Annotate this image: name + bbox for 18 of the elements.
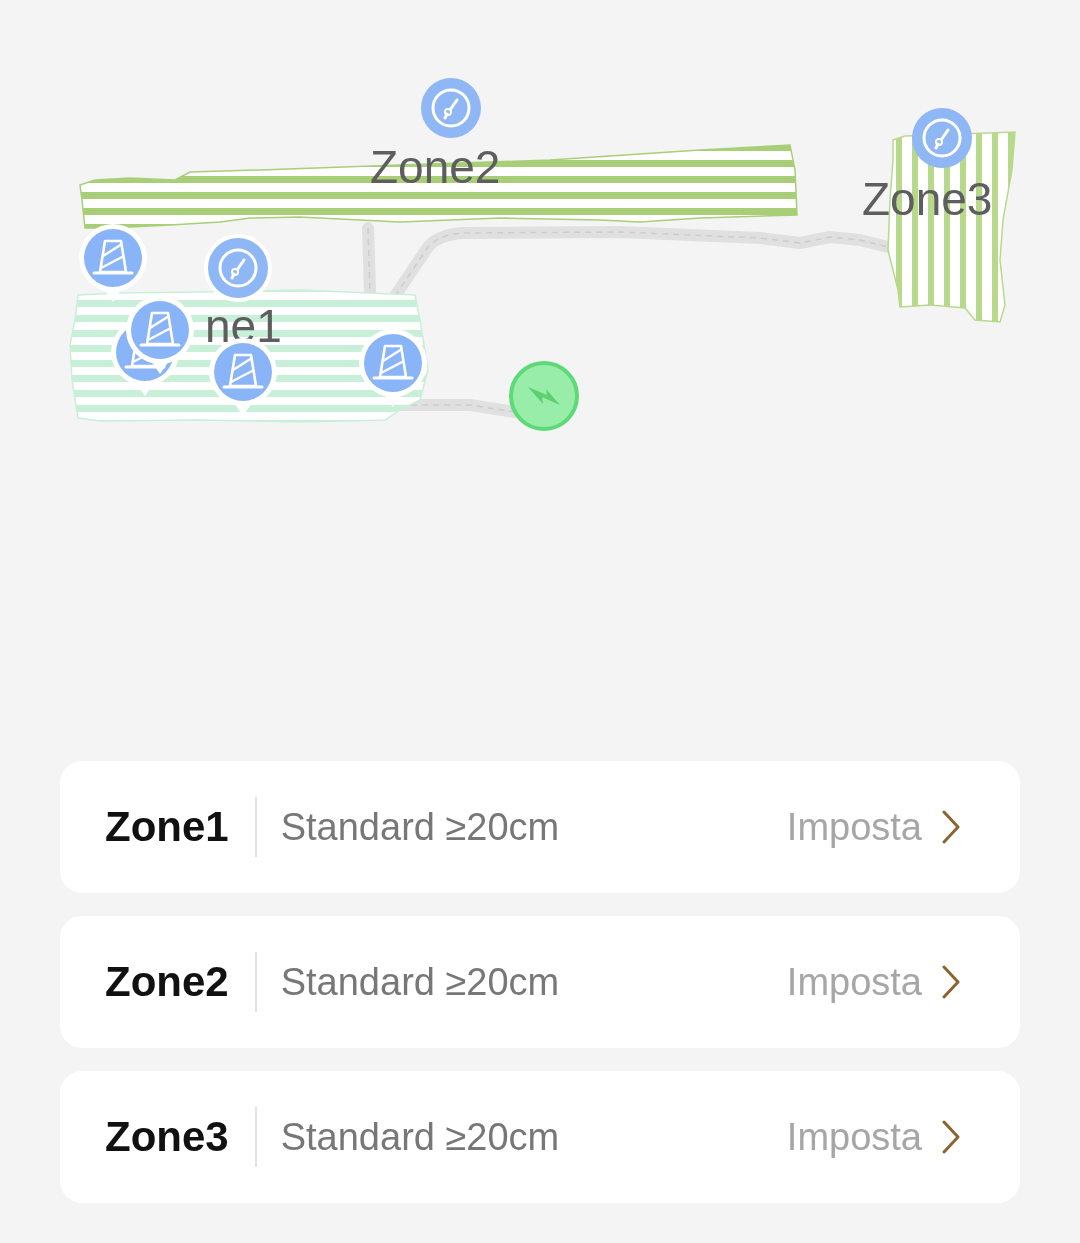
compass-marker-icon [912, 108, 972, 168]
charging-station-icon [509, 361, 579, 431]
cutting-height-text: Standard ≥20cm [280, 960, 561, 1004]
cutting-height-text: Standard ≥20cm [280, 1115, 561, 1159]
compass-marker-icon [421, 78, 481, 138]
compass-marker-icon [204, 234, 272, 302]
zone-card[interactable]: Zone3 Standard ≥20cm Imposta [60, 1071, 1020, 1203]
chevron-right-icon [942, 810, 960, 844]
cutting-height-text: Standard ≥20cm [280, 805, 561, 849]
chevron-right-icon [942, 1120, 960, 1154]
zone-name: Zone3 [105, 1113, 229, 1161]
cone-marker-icon [79, 224, 147, 302]
cone-marker-icon [359, 329, 427, 407]
chevron-right-icon [942, 965, 960, 999]
zone-card[interactable]: Zone1 Standard ≥20cm Imposta [60, 761, 1020, 893]
zone-name: Zone2 [105, 958, 229, 1006]
zone-card[interactable]: Zone2 Standard ≥20cm Imposta [60, 916, 1020, 1048]
zone-name: Zone1 [105, 803, 229, 851]
